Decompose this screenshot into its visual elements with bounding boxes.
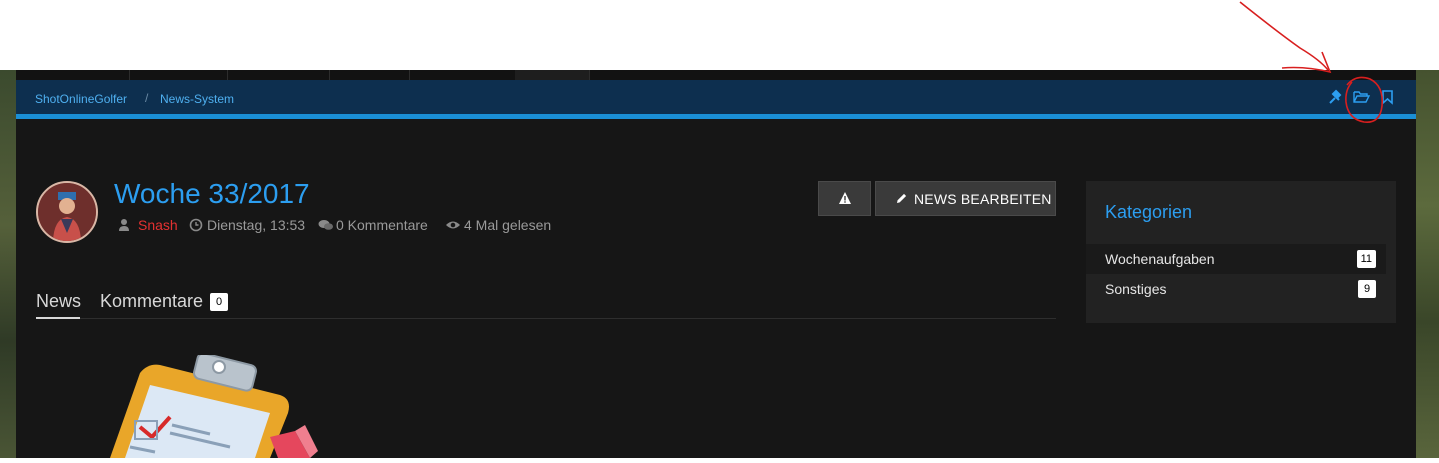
report-button[interactable] — [818, 181, 871, 216]
category-count-badge: 9 — [1358, 280, 1376, 298]
eye-icon — [445, 218, 460, 232]
nav-tab[interactable] — [16, 70, 130, 80]
tab-news[interactable]: News — [36, 291, 81, 312]
background-left-edge — [0, 70, 16, 458]
tab-comments-count-badge: 0 — [210, 293, 228, 311]
nav-tab[interactable] — [227, 70, 330, 80]
annotation-arrow-head — [1281, 51, 1332, 74]
background-right-edge — [1416, 70, 1439, 458]
publish-date: Dienstag, 13:53 — [207, 217, 306, 233]
edit-news-label: NEWS BEARBEITEN — [914, 191, 1052, 207]
tab-comments[interactable]: Kommentare — [100, 291, 203, 312]
warning-icon — [838, 191, 852, 208]
news-image-clipboard — [100, 352, 330, 458]
folder-open-icon[interactable] — [1353, 88, 1371, 106]
nav-tab[interactable] — [129, 70, 228, 80]
view-count: 4 Mal gelesen — [464, 217, 552, 233]
user-icon — [117, 218, 131, 232]
unpin-icon[interactable] — [1327, 88, 1343, 106]
breadcrumb-separator: / — [145, 91, 149, 105]
comment-count[interactable]: 0 Kommentare — [336, 217, 428, 233]
category-item[interactable]: Sonstiges 9 — [1086, 274, 1386, 304]
category-label[interactable]: Sonstiges — [1105, 281, 1166, 297]
breadcrumb-link-shotonlinegolfer[interactable]: ShotOnlineGolfer — [35, 92, 127, 106]
category-count-badge: 11 — [1356, 250, 1376, 268]
clock-icon — [189, 218, 203, 232]
categories-title: Kategorien — [1105, 202, 1193, 222]
comments-icon — [318, 218, 333, 232]
breadcrumb-link-news-system[interactable]: News-System — [160, 92, 234, 106]
pencil-icon — [895, 192, 908, 208]
nav-tab[interactable] — [409, 70, 516, 80]
tabs-divider — [36, 318, 1056, 319]
category-item[interactable]: Wochenaufgaben 11 — [1086, 244, 1386, 274]
edit-news-button[interactable]: NEWS BEARBEITEN — [875, 181, 1056, 216]
annotation-arrow-line — [1239, 1, 1329, 71]
tab-news-active-indicator — [36, 317, 80, 319]
category-label[interactable]: Wochenaufgaben — [1105, 251, 1215, 267]
author-link[interactable]: Snash — [138, 217, 178, 233]
nav-tab[interactable] — [329, 70, 410, 80]
news-title: Woche 33/2017 — [114, 178, 310, 209]
top-navigation-strip — [16, 70, 1416, 80]
bookmark-icon[interactable] — [1381, 88, 1397, 106]
avatar[interactable] — [36, 181, 98, 243]
nav-tab-active[interactable] — [515, 70, 590, 80]
